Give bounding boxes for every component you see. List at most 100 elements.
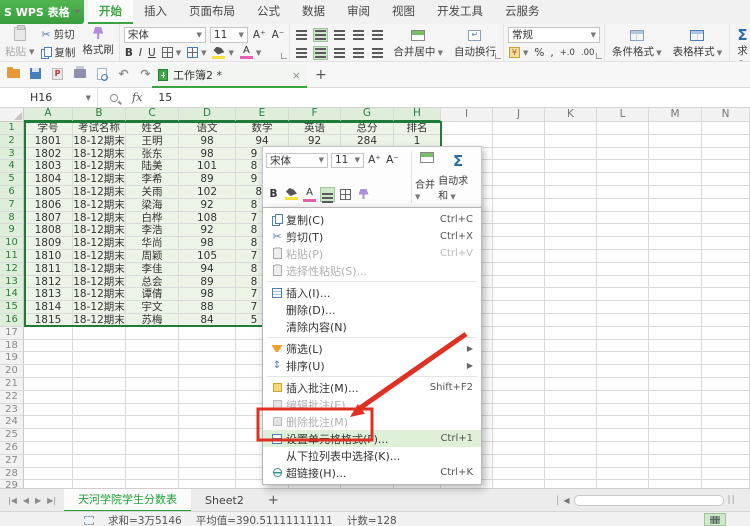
menu-item[interactable]: 复制(C)Ctrl+C bbox=[263, 211, 481, 228]
cell-K27[interactable] bbox=[545, 455, 597, 468]
menu-item[interactable]: 设置单元格格式(F)...Ctrl+1 bbox=[263, 430, 481, 447]
ribbon-tab-开始[interactable]: 开始 bbox=[88, 0, 133, 24]
menu-item[interactable]: 删除(D)... bbox=[263, 301, 481, 318]
cell-J1[interactable] bbox=[493, 122, 545, 135]
save-button[interactable] bbox=[28, 66, 43, 81]
cell-A9[interactable]: 1808 bbox=[24, 224, 73, 237]
cell-D7[interactable]: 92 bbox=[179, 199, 236, 212]
cell-M13[interactable] bbox=[649, 276, 702, 289]
cell-C7[interactable]: 梁海 bbox=[126, 199, 179, 212]
search-icon[interactable] bbox=[110, 94, 118, 102]
autosum-button[interactable]: Σ 求和 ▼ bbox=[734, 27, 750, 59]
cell-C9[interactable]: 李浩 bbox=[126, 224, 179, 237]
row-header-8[interactable]: 8 bbox=[0, 212, 24, 225]
cell-B13[interactable]: 18-12期末 bbox=[73, 276, 126, 289]
row-header-19[interactable]: 19 bbox=[0, 352, 24, 365]
menu-item[interactable]: ✂剪切(T)Ctrl+X bbox=[263, 228, 481, 245]
cell-J8[interactable] bbox=[493, 212, 545, 225]
cell-L19[interactable] bbox=[597, 352, 649, 365]
cell-K4[interactable] bbox=[545, 160, 597, 173]
row-header-6[interactable]: 6 bbox=[0, 186, 24, 199]
wrap-text-button[interactable]: 自动换行 bbox=[451, 27, 499, 59]
cell-M3[interactable] bbox=[649, 148, 702, 161]
cell-K17[interactable] bbox=[545, 327, 597, 340]
cell-D5[interactable]: 89 bbox=[179, 173, 236, 186]
cell-L20[interactable] bbox=[597, 365, 649, 378]
cell-J5[interactable] bbox=[493, 173, 545, 186]
column-header-B[interactable]: B bbox=[73, 108, 126, 122]
cell-C10[interactable]: 华尚 bbox=[126, 237, 179, 250]
mini-borders-button[interactable] bbox=[338, 187, 353, 202]
cell-N9[interactable] bbox=[702, 224, 750, 237]
cell-D22[interactable] bbox=[179, 391, 236, 404]
cell-K3[interactable] bbox=[545, 148, 597, 161]
cell-K1[interactable] bbox=[545, 122, 597, 135]
cell-A7[interactable]: 1806 bbox=[24, 199, 73, 212]
cell-N29[interactable] bbox=[702, 480, 750, 488]
align-middle-button[interactable] bbox=[313, 28, 328, 42]
cell-M11[interactable] bbox=[649, 250, 702, 263]
shrink-font-button[interactable]: A⁻ bbox=[271, 27, 286, 42]
cell-B21[interactable] bbox=[73, 378, 126, 391]
cell-N22[interactable] bbox=[702, 391, 750, 404]
column-header-K[interactable]: K bbox=[545, 108, 597, 122]
cell-C22[interactable] bbox=[126, 391, 179, 404]
cell-N6[interactable] bbox=[702, 186, 750, 199]
cell-A1[interactable]: 学号 bbox=[24, 122, 73, 135]
print-preview-button[interactable] bbox=[94, 66, 109, 81]
cell-D26[interactable] bbox=[179, 442, 236, 455]
cell-A19[interactable] bbox=[24, 352, 73, 365]
cell-N11[interactable] bbox=[702, 250, 750, 263]
cell-A17[interactable] bbox=[24, 327, 73, 340]
row-header-15[interactable]: 15 bbox=[0, 301, 24, 314]
sheet-nav-icon-0[interactable]: |◀ bbox=[8, 496, 17, 505]
cell-J20[interactable] bbox=[493, 365, 545, 378]
cell-N4[interactable] bbox=[702, 160, 750, 173]
cell-B17[interactable] bbox=[73, 327, 126, 340]
scroll-left-icon[interactable]: ◀ bbox=[563, 496, 569, 505]
sheet-nav-icon-3[interactable]: ▶| bbox=[47, 496, 56, 505]
cell-K11[interactable] bbox=[545, 250, 597, 263]
cell-A15[interactable]: 1814 bbox=[24, 301, 73, 314]
cell-K7[interactable] bbox=[545, 199, 597, 212]
cell-J2[interactable] bbox=[493, 135, 545, 148]
mini-format-painter-button[interactable] bbox=[356, 187, 371, 202]
cell-N5[interactable] bbox=[702, 173, 750, 186]
cell-A21[interactable] bbox=[24, 378, 73, 391]
cell-B15[interactable]: 18-12期末 bbox=[73, 301, 126, 314]
bold-button[interactable]: B bbox=[124, 45, 134, 60]
cell-M28[interactable] bbox=[649, 468, 702, 481]
cell-L10[interactable] bbox=[597, 237, 649, 250]
mini-bold-button[interactable]: B bbox=[266, 187, 281, 202]
cell-D24[interactable] bbox=[179, 416, 236, 429]
cell-C14[interactable]: 谭倩 bbox=[126, 288, 179, 301]
cell-L16[interactable] bbox=[597, 314, 649, 327]
cell-J26[interactable] bbox=[493, 442, 545, 455]
cell-B29[interactable] bbox=[73, 480, 126, 488]
cell-M4[interactable] bbox=[649, 160, 702, 173]
cell-C8[interactable]: 白桦 bbox=[126, 212, 179, 225]
cell-D21[interactable] bbox=[179, 378, 236, 391]
cell-M20[interactable] bbox=[649, 365, 702, 378]
cell-L17[interactable] bbox=[597, 327, 649, 340]
cell-A20[interactable] bbox=[24, 365, 73, 378]
menu-item[interactable]: 筛选(L)▶ bbox=[263, 340, 481, 357]
cell-C5[interactable]: 李希 bbox=[126, 173, 179, 186]
cell-M5[interactable] bbox=[649, 173, 702, 186]
cell-B22[interactable] bbox=[73, 391, 126, 404]
cell-B20[interactable] bbox=[73, 365, 126, 378]
cell-K23[interactable] bbox=[545, 404, 597, 417]
cell-B4[interactable]: 18-12期末 bbox=[73, 160, 126, 173]
cell-B5[interactable]: 18-12期末 bbox=[73, 173, 126, 186]
cell-D13[interactable]: 89 bbox=[179, 276, 236, 289]
cell-K13[interactable] bbox=[545, 276, 597, 289]
cell-L24[interactable] bbox=[597, 416, 649, 429]
cell-B3[interactable]: 18-12期末 bbox=[73, 148, 126, 161]
cell-L21[interactable] bbox=[597, 378, 649, 391]
cell-D17[interactable] bbox=[179, 327, 236, 340]
new-document-tab-button[interactable]: + bbox=[315, 67, 327, 83]
cell-J23[interactable] bbox=[493, 404, 545, 417]
cell-F1[interactable]: 英语 bbox=[289, 122, 341, 135]
row-header-20[interactable]: 20 bbox=[0, 365, 24, 378]
cell-L13[interactable] bbox=[597, 276, 649, 289]
